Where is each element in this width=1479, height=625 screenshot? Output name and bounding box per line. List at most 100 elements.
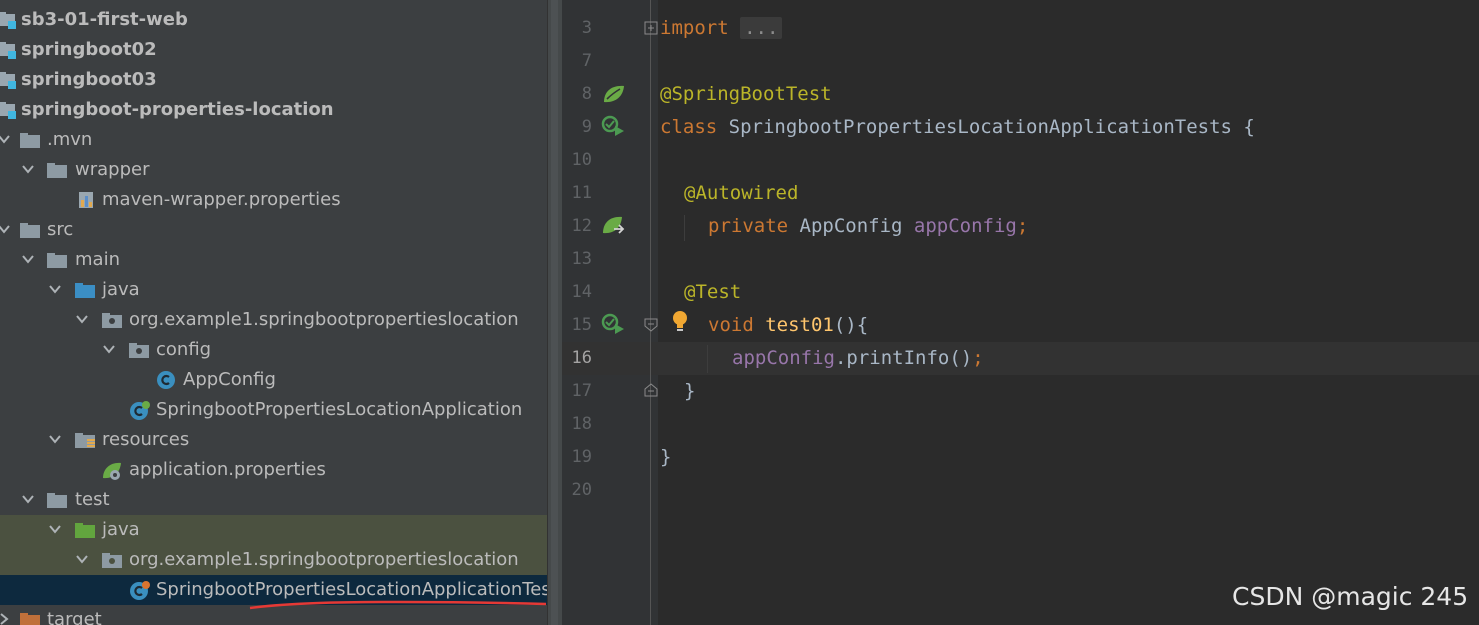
chevron-down-icon[interactable] <box>21 252 35 266</box>
tree-item-wrapper[interactable]: wrapper <box>0 155 547 185</box>
code-line-19[interactable]: } <box>660 445 671 469</box>
spring-properties-icon <box>101 460 121 480</box>
run-test-icon[interactable] <box>601 115 627 139</box>
code-line-14[interactable]: @Test <box>684 280 741 304</box>
field-name: appConfig <box>732 347 835 369</box>
keyword: class <box>660 116 718 138</box>
chevron-down-icon[interactable] <box>0 222 11 236</box>
tree-item-test-java[interactable]: java <box>0 515 547 545</box>
chevron-down-icon[interactable] <box>75 552 89 566</box>
tree-item-label: SpringbootPropertiesLocationApplication <box>156 399 523 420</box>
code-line-11[interactable]: @Autowired <box>684 181 798 205</box>
folder-icon <box>19 220 40 240</box>
chevron-down-icon[interactable] <box>48 432 62 446</box>
chevron-down-icon[interactable] <box>48 522 62 536</box>
tree-item-springboot03[interactable]: springboot03 <box>0 65 547 95</box>
folder-icon <box>46 490 67 510</box>
tree-item-application-class[interactable]: SpringbootPropertiesLocationApplication <box>0 395 547 425</box>
package-icon <box>101 310 122 330</box>
chevron-down-icon[interactable] <box>21 162 35 176</box>
chevron-right-icon[interactable] <box>0 612 11 625</box>
keyword: void <box>708 314 754 336</box>
scrollbar-thumb[interactable] <box>551 0 558 625</box>
tree-item-main-package[interactable]: org.example1.springbootpropertieslocatio… <box>0 305 547 335</box>
spring-bean-icon[interactable] <box>601 82 627 106</box>
type-name: AppConfig <box>788 215 914 237</box>
properties-file-icon <box>77 190 97 210</box>
tree-item-application-properties[interactable]: application.properties <box>0 455 547 485</box>
gutter-separator <box>650 0 651 625</box>
line-number: 9 <box>581 117 592 137</box>
module-folder-icon <box>0 10 18 30</box>
line-number: 20 <box>571 480 592 500</box>
field-name: appConfig <box>913 215 1017 237</box>
tree-item-main[interactable]: main <box>0 245 547 275</box>
chevron-down-icon[interactable] <box>21 492 35 506</box>
chevron-down-icon[interactable] <box>0 132 11 146</box>
tree-item-label: org.example1.springbootpropertieslocatio… <box>129 309 519 330</box>
line-number: 11 <box>571 183 592 203</box>
red-underline-annotation <box>249 600 547 610</box>
watermark: CSDN @magic 245 <box>1232 582 1469 611</box>
line-number: 14 <box>571 282 592 302</box>
chevron-down-icon[interactable] <box>75 312 89 326</box>
method-params: (){ <box>833 314 869 336</box>
line-number: 7 <box>581 51 592 71</box>
class-icon <box>156 370 176 390</box>
tree-item-resources[interactable]: resources <box>0 425 547 455</box>
tree-item-sb3-01-first-web[interactable]: sb3-01-first-web <box>0 5 547 35</box>
tree-item-label: springboot-properties-location <box>21 99 334 120</box>
tree-scrollbar[interactable] <box>547 0 562 625</box>
tree-item-label: springboot03 <box>21 69 157 90</box>
method-name: test01 <box>765 314 834 336</box>
lightbulb-icon[interactable] <box>670 310 690 334</box>
tree-item-src[interactable]: src <box>0 215 547 245</box>
line-number: 8 <box>581 84 592 104</box>
tree-item-label: resources <box>102 429 190 450</box>
code-line-12[interactable]: private AppConfig appConfig; <box>708 214 1028 238</box>
chevron-down-icon[interactable] <box>48 282 62 296</box>
line-number: 12 <box>571 216 592 236</box>
code-line-8[interactable]: @SpringBootTest <box>660 82 832 106</box>
project-tree: sb3-01-first-web springboot02 springboot… <box>0 0 547 625</box>
code-line-16[interactable]: appConfig.printInfo(); <box>732 346 984 370</box>
package-icon <box>128 340 149 360</box>
tree-item-maven-wrapper-properties[interactable]: maven-wrapper.properties <box>0 185 547 215</box>
run-test-icon[interactable] <box>601 313 627 337</box>
excluded-folder-icon <box>19 610 40 625</box>
annotation: @SpringBootTest <box>660 83 832 105</box>
tree-item-test[interactable]: test <box>0 485 547 515</box>
tree-item-config[interactable]: config <box>0 335 547 365</box>
line-number: 13 <box>571 249 592 269</box>
fold-expand-icon[interactable] <box>644 21 658 35</box>
code-line-3[interactable]: import ... <box>660 16 783 40</box>
tree-item-appconfig[interactable]: AppConfig <box>0 365 547 395</box>
tree-item-label: target <box>47 609 102 625</box>
closing-brace: } <box>684 380 696 402</box>
module-folder-icon <box>0 70 18 90</box>
tree-item-springboot02[interactable]: springboot02 <box>0 35 547 65</box>
line-number: 17 <box>571 381 592 401</box>
tree-item-label: sb3-01-first-web <box>21 9 188 30</box>
closing-brace: } <box>660 446 672 468</box>
code-line-9[interactable]: class SpringbootPropertiesLocationApplic… <box>660 115 1255 139</box>
resources-folder-icon <box>74 430 95 450</box>
tree-item-label: test <box>75 489 110 510</box>
folder-icon <box>19 130 40 150</box>
tree-item-test-package[interactable]: org.example1.springbootpropertieslocatio… <box>0 545 547 575</box>
code-line-17[interactable]: } <box>684 379 695 403</box>
tree-item-main-java[interactable]: java <box>0 275 547 305</box>
tree-item-label: .mvn <box>47 129 93 150</box>
fold-collapse-icon[interactable] <box>644 318 658 332</box>
chevron-down-icon[interactable] <box>102 342 116 356</box>
annotation: @Autowired <box>684 182 799 204</box>
fold-end-icon[interactable] <box>644 383 658 397</box>
folded-imports[interactable]: ... <box>740 17 783 39</box>
tree-item-springboot-properties-location[interactable]: springboot-properties-location <box>0 95 547 125</box>
spring-boot-class-icon <box>129 400 150 420</box>
tree-item-label: java <box>102 519 140 540</box>
tree-item-label: src <box>47 219 74 240</box>
autowired-navigate-icon[interactable] <box>601 214 627 238</box>
code-line-15[interactable]: void test01(){ <box>708 313 868 337</box>
tree-item-mvn[interactable]: .mvn <box>0 125 547 155</box>
